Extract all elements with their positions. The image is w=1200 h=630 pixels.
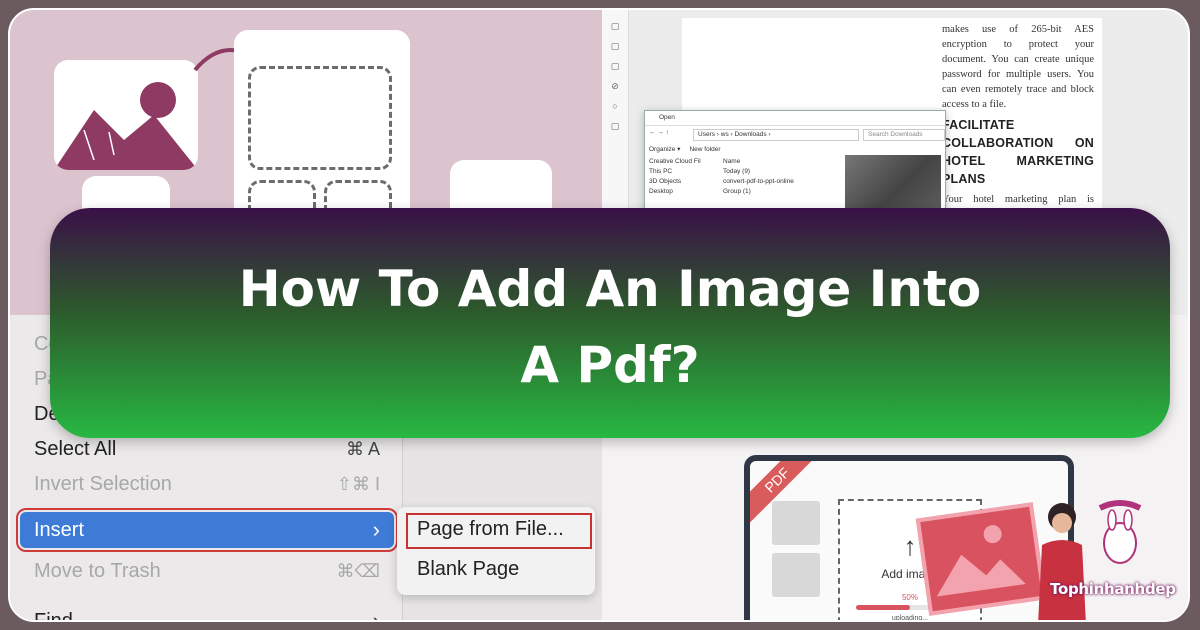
new-folder-button[interactable]: New folder: [689, 146, 720, 153]
title-line-1: How To Add An Image Into: [238, 260, 982, 318]
uploading-label: uploading...: [891, 615, 929, 622]
title-banner: How To Add An Image Into A Pdf?: [50, 208, 1170, 438]
nav-arrows-icon[interactable]: ← → ↑: [649, 129, 669, 136]
editor-toolbar: [682, 10, 1102, 16]
nav-item[interactable]: Desktop: [649, 187, 719, 197]
menu-item-find[interactable]: Find: [34, 607, 73, 620]
find-chevron-icon: ›: [372, 608, 380, 622]
file-item[interactable]: convert-pdf-to-ppt-online: [723, 177, 833, 187]
dialog-file-list: Name Today (9) convert-pdf-to-ppt-online…: [723, 157, 833, 197]
submenu-blank-page[interactable]: Blank Page: [417, 555, 519, 583]
menu-item-insert[interactable]: Insert: [34, 516, 84, 544]
dialog-toolbar: Organize ▾ New folder: [649, 145, 721, 153]
chevron-right-icon: ›: [372, 517, 380, 542]
rabbit-logo-icon: [1098, 500, 1142, 564]
submenu-page-from-file[interactable]: Page from File...: [417, 515, 564, 543]
dashed-slot-large: [248, 66, 392, 170]
shortcut-move-to-trash: ⌘⌫: [336, 561, 380, 581]
nav-item[interactable]: This PC: [649, 167, 719, 177]
nav-item[interactable]: 3D Objects: [649, 177, 719, 187]
shortcut-invert-selection: ⇧⌘ I: [336, 474, 380, 494]
column-header: Name: [723, 158, 741, 165]
dialog-nav-pane: Creative Cloud Fil This PC 3D Objects De…: [649, 157, 719, 197]
menu-item-move-to-trash[interactable]: Move to Trash: [34, 557, 161, 585]
menu-item-invert-selection[interactable]: Invert Selection: [34, 470, 172, 498]
page-thumbnail: [772, 501, 820, 545]
shortcut-select-all: ⌘ A: [345, 439, 380, 459]
doc-paragraph-1: makes use of 265-bit AES encryption to p…: [942, 24, 1094, 110]
image-placeholder-icon: [54, 60, 198, 170]
menu-item-select-all[interactable]: Select All: [34, 435, 116, 463]
organize-button[interactable]: Organize ▾: [649, 146, 680, 153]
doc-heading: FACILITATE COLLABORATION ON HOTEL MARKET…: [942, 118, 1094, 186]
file-item[interactable]: Group (1): [723, 187, 833, 197]
sidebar-icons: ▢ ▢ ▢ ⊘ ○ ▢: [610, 21, 620, 131]
page-thumbnail: [772, 553, 820, 597]
thumbnail-frame: ▢ ▢ ▢ ⊘ ○ ▢ makes use of 265-bit AES encrypti…: [8, 8, 1190, 622]
dialog-title: Open: [645, 111, 945, 126]
insert-submenu: Page from File... Blank Page: [397, 507, 595, 595]
progress-fill: [856, 605, 910, 610]
watermark-text: Tophinhanhdep: [1050, 580, 1176, 598]
dialog-path[interactable]: Users › ws › Downloads ›: [693, 129, 859, 141]
dialog-search[interactable]: Search Downloads: [863, 129, 945, 141]
title-line-2: A Pdf?: [520, 336, 700, 394]
nav-item[interactable]: Creative Cloud Fil: [649, 157, 719, 167]
file-group[interactable]: Today (9): [723, 167, 833, 177]
dialog-address-bar: ← → ↑ Users › ws › Downloads › Search Do…: [649, 129, 945, 141]
